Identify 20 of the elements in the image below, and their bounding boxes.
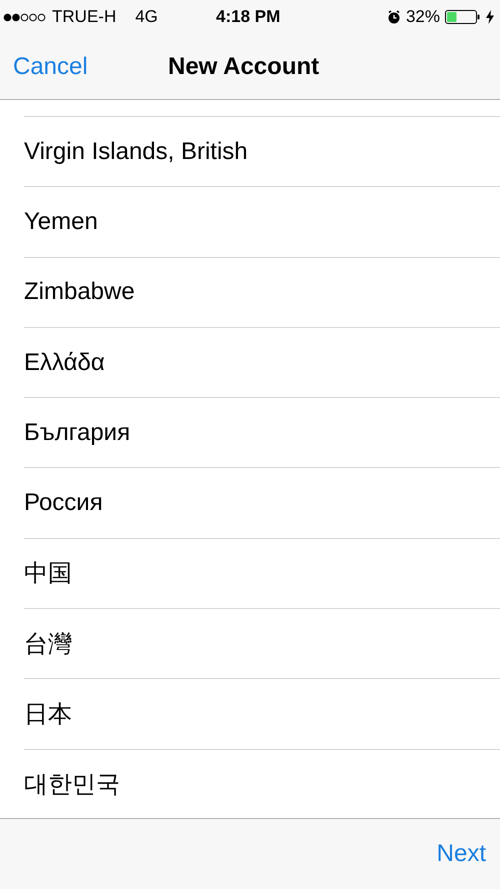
country-row[interactable]: 台灣 <box>24 608 500 678</box>
status-time: 4:18 PM <box>216 7 280 27</box>
battery-percentage: 32% <box>406 7 440 27</box>
country-row[interactable]: 中国 <box>24 538 500 608</box>
country-row[interactable]: Yemen <box>24 186 500 257</box>
carrier-name: TRUE-H <box>52 7 116 27</box>
country-row[interactable]: Zimbabwe <box>24 256 500 327</box>
battery-icon <box>445 10 481 24</box>
country-row[interactable]: 日本 <box>24 678 500 749</box>
next-button[interactable]: Next <box>436 840 486 868</box>
alarm-clock-icon <box>386 10 401 24</box>
signal-icon <box>3 12 47 22</box>
screen-title: New Account <box>168 53 320 81</box>
country-row[interactable]: България <box>24 397 500 468</box>
network-type: 4G <box>135 7 158 27</box>
country-row[interactable]: Virgin Islands, British <box>24 116 500 186</box>
cancel-button[interactable]: Cancel <box>13 52 88 80</box>
country-row[interactable]: Ελλάδα <box>24 326 500 398</box>
charging-bolt-icon <box>486 10 494 24</box>
country-row[interactable]: Россия <box>24 467 500 538</box>
